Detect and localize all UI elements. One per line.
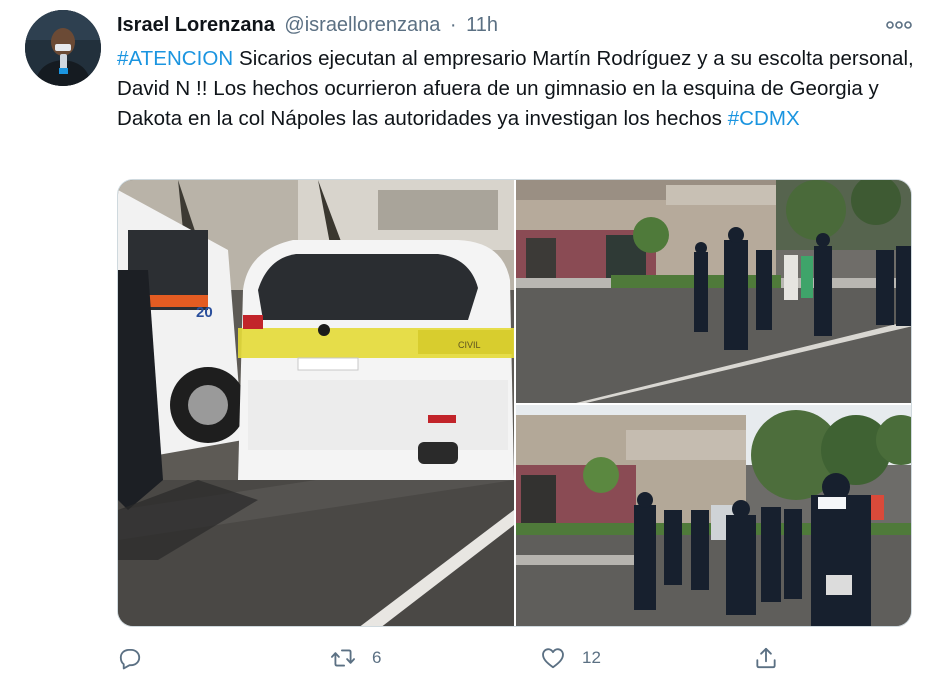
share-icon	[753, 645, 779, 671]
separator-dot: ·	[449, 14, 457, 36]
more-options-icon[interactable]	[885, 16, 913, 34]
reply-button[interactable]	[117, 643, 143, 673]
hashtag-link[interactable]: #CDMX	[728, 107, 800, 130]
like-button[interactable]: 12	[540, 643, 601, 673]
photo-suv-image: 20 CIVIL	[118, 180, 514, 626]
photo-suv-caution-tape[interactable]: 20 CIVIL	[118, 180, 514, 626]
heart-icon	[540, 645, 566, 671]
tweet-card[interactable]: Israel Lorenzana @israellorenzana · 11h …	[0, 0, 935, 685]
hashtag-link[interactable]: #ATENCION	[117, 47, 233, 70]
reply-icon	[117, 645, 143, 671]
retweet-icon	[330, 645, 356, 671]
photo-police-street[interactable]	[516, 180, 911, 403]
retweet-button[interactable]: 6	[330, 643, 381, 673]
photo-police-gathered[interactable]	[516, 405, 911, 626]
share-button[interactable]	[753, 643, 779, 673]
avatar[interactable]	[25, 10, 101, 86]
user-handle[interactable]: @israellorenzana	[284, 14, 440, 36]
tweet-text: #ATENCION Sicarios ejecutan al empresari…	[117, 44, 917, 134]
photo-police-street-image	[516, 180, 911, 403]
media-grid: 20 CIVIL	[117, 179, 912, 627]
tweet-actions: 6 12	[117, 643, 917, 673]
more-options-dots	[886, 21, 912, 29]
svg-text:CIVIL: CIVIL	[458, 340, 481, 350]
avatar-image	[25, 10, 101, 86]
svg-text:20: 20	[196, 304, 213, 321]
retweet-count: 6	[372, 648, 382, 667]
like-count: 12	[582, 648, 601, 667]
timestamp[interactable]: 11h	[466, 14, 498, 36]
photo-police-gathered-image	[516, 405, 911, 626]
display-name[interactable]: Israel Lorenzana	[117, 14, 275, 36]
tweet-header: Israel Lorenzana @israellorenzana · 11h	[117, 12, 498, 38]
